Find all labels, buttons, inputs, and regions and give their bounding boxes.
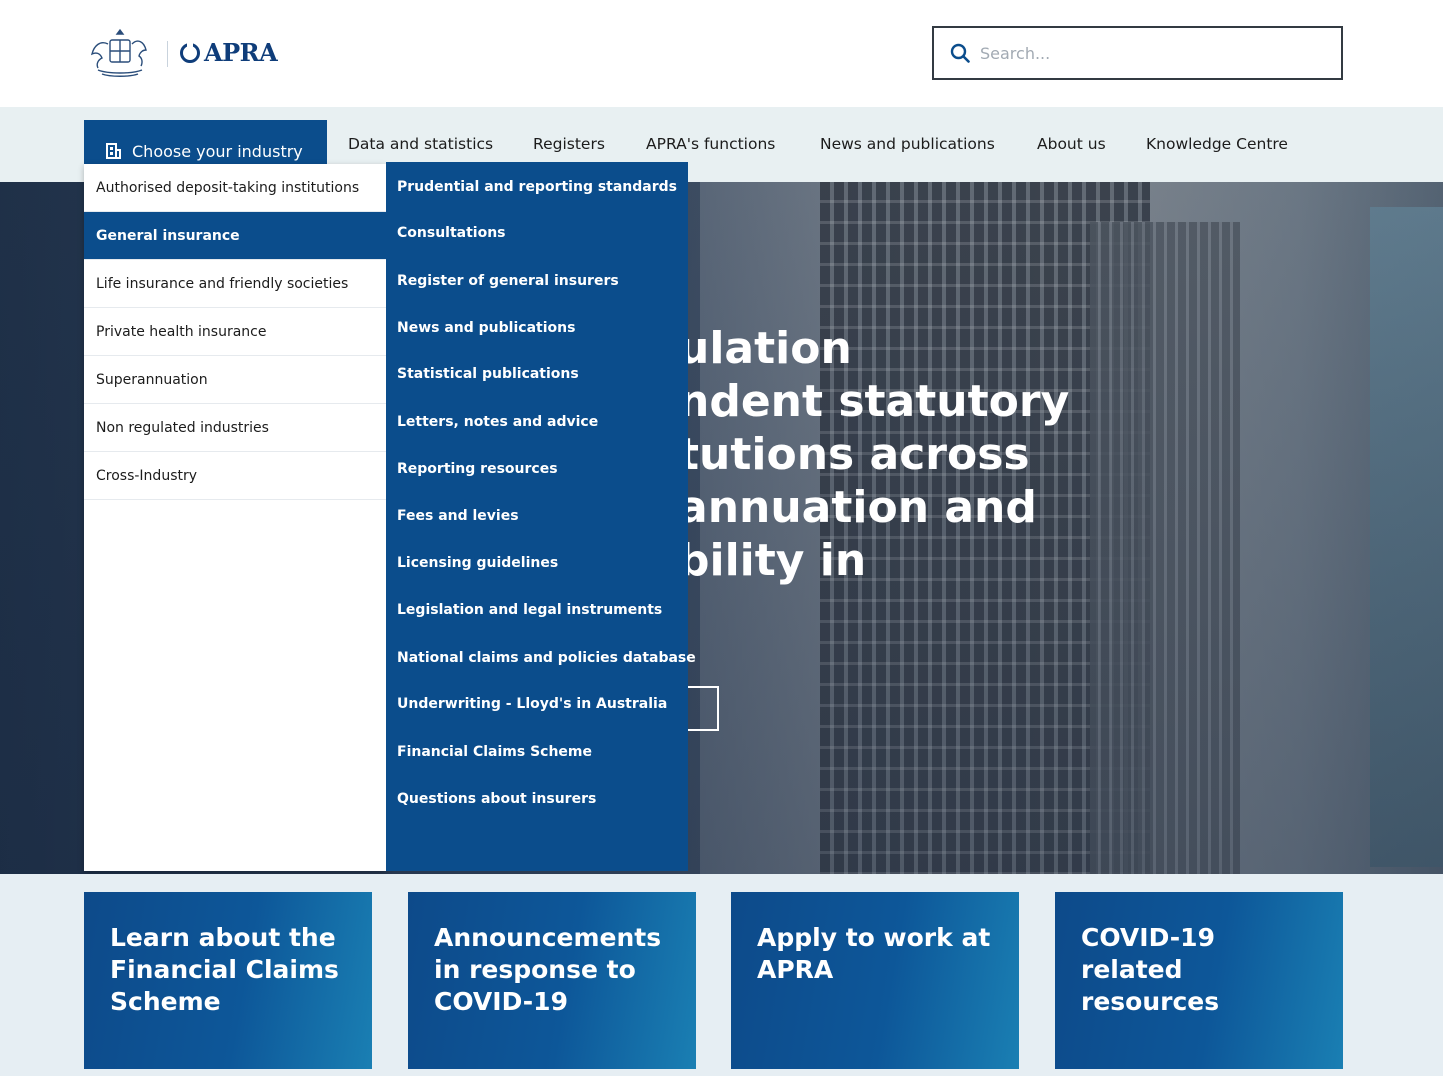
industry-submenu: Prudential and reporting standards Consu… bbox=[386, 162, 696, 871]
submenu-item[interactable]: Consultations bbox=[397, 225, 506, 241]
card-covid-resources[interactable]: COVID-19 related resources bbox=[1055, 892, 1343, 1069]
submenu-item[interactable]: Prudential and reporting standards bbox=[397, 179, 677, 195]
card-covid-announcements[interactable]: Announcements in response to COVID-19 bbox=[408, 892, 696, 1069]
card-apply-to-work[interactable]: Apply to work at APRA bbox=[731, 892, 1019, 1069]
building-icon bbox=[106, 143, 121, 159]
nav-item-data-and-statistics[interactable]: Data and statistics bbox=[348, 135, 493, 153]
submenu-item[interactable]: Statistical publications bbox=[397, 366, 579, 382]
submenu-item[interactable]: Financial Claims Scheme bbox=[397, 744, 592, 760]
hero-line: ndent statutory bbox=[678, 376, 1070, 427]
hero-heading: ulation ndent statutory tutions across a… bbox=[678, 322, 1378, 587]
nav-item-knowledge-centre[interactable]: Knowledge Centre bbox=[1146, 135, 1288, 153]
apra-logo[interactable]: APRA bbox=[180, 38, 278, 67]
submenu-item[interactable]: Reporting resources bbox=[397, 461, 558, 477]
industry-item-non-regulated[interactable]: Non regulated industries bbox=[84, 404, 386, 452]
search-input[interactable] bbox=[980, 43, 1320, 63]
search-box bbox=[932, 26, 1343, 80]
industry-dropdown: Authorised deposit-taking institutions G… bbox=[84, 164, 386, 871]
submenu-item[interactable]: Licensing guidelines bbox=[397, 555, 558, 571]
nav-item-news-and-publications[interactable]: News and publications bbox=[820, 135, 995, 153]
submenu-item[interactable]: Legislation and legal instruments bbox=[397, 602, 662, 618]
search-icon[interactable] bbox=[950, 43, 970, 63]
coat-of-arms-icon[interactable] bbox=[84, 26, 156, 80]
hero-line: bility in bbox=[678, 535, 867, 586]
submenu-item[interactable]: News and publications bbox=[397, 320, 575, 336]
apra-ring-icon bbox=[180, 40, 200, 63]
site-header: APRA bbox=[0, 0, 1443, 107]
submenu-item[interactable]: Underwriting - Lloyd's in Australia bbox=[397, 696, 667, 712]
card-title: Apply to work at APRA bbox=[757, 923, 991, 984]
logo-divider bbox=[167, 41, 168, 67]
nav-item-apra-functions[interactable]: APRA's functions bbox=[646, 135, 775, 153]
submenu-item[interactable]: National claims and policies database bbox=[397, 650, 696, 666]
hero-line: tutions across bbox=[678, 429, 1030, 480]
industry-item-general-insurance[interactable]: General insurance bbox=[84, 212, 386, 260]
industry-item-life-insurance[interactable]: Life insurance and friendly societies bbox=[84, 260, 386, 308]
submenu-item[interactable]: Questions about insurers bbox=[397, 791, 596, 807]
industry-item-superannuation[interactable]: Superannuation bbox=[84, 356, 386, 404]
card-financial-claims-scheme[interactable]: Learn about the Financial Claims Scheme bbox=[84, 892, 372, 1069]
hero-line: ulation bbox=[678, 323, 852, 374]
choose-industry-label: Choose your industry bbox=[132, 141, 303, 161]
nav-item-registers[interactable]: Registers bbox=[533, 135, 605, 153]
submenu-item[interactable]: Letters, notes and advice bbox=[397, 414, 598, 430]
industry-item-private-health[interactable]: Private health insurance bbox=[84, 308, 386, 356]
nav-item-about-us[interactable]: About us bbox=[1037, 135, 1106, 153]
submenu-item[interactable]: Fees and levies bbox=[397, 508, 519, 524]
submenu-item[interactable]: Register of general insurers bbox=[397, 273, 619, 289]
card-title: Learn about the Financial Claims Scheme bbox=[110, 923, 339, 1016]
industry-item-adi[interactable]: Authorised deposit-taking institutions bbox=[84, 164, 386, 212]
hero-line: annuation and bbox=[678, 482, 1037, 533]
card-title: COVID-19 related resources bbox=[1081, 923, 1220, 1016]
apra-logo-text: APRA bbox=[204, 38, 278, 67]
industry-item-cross-industry[interactable]: Cross-Industry bbox=[84, 452, 386, 500]
card-title: Announcements in response to COVID-19 bbox=[434, 923, 662, 1016]
